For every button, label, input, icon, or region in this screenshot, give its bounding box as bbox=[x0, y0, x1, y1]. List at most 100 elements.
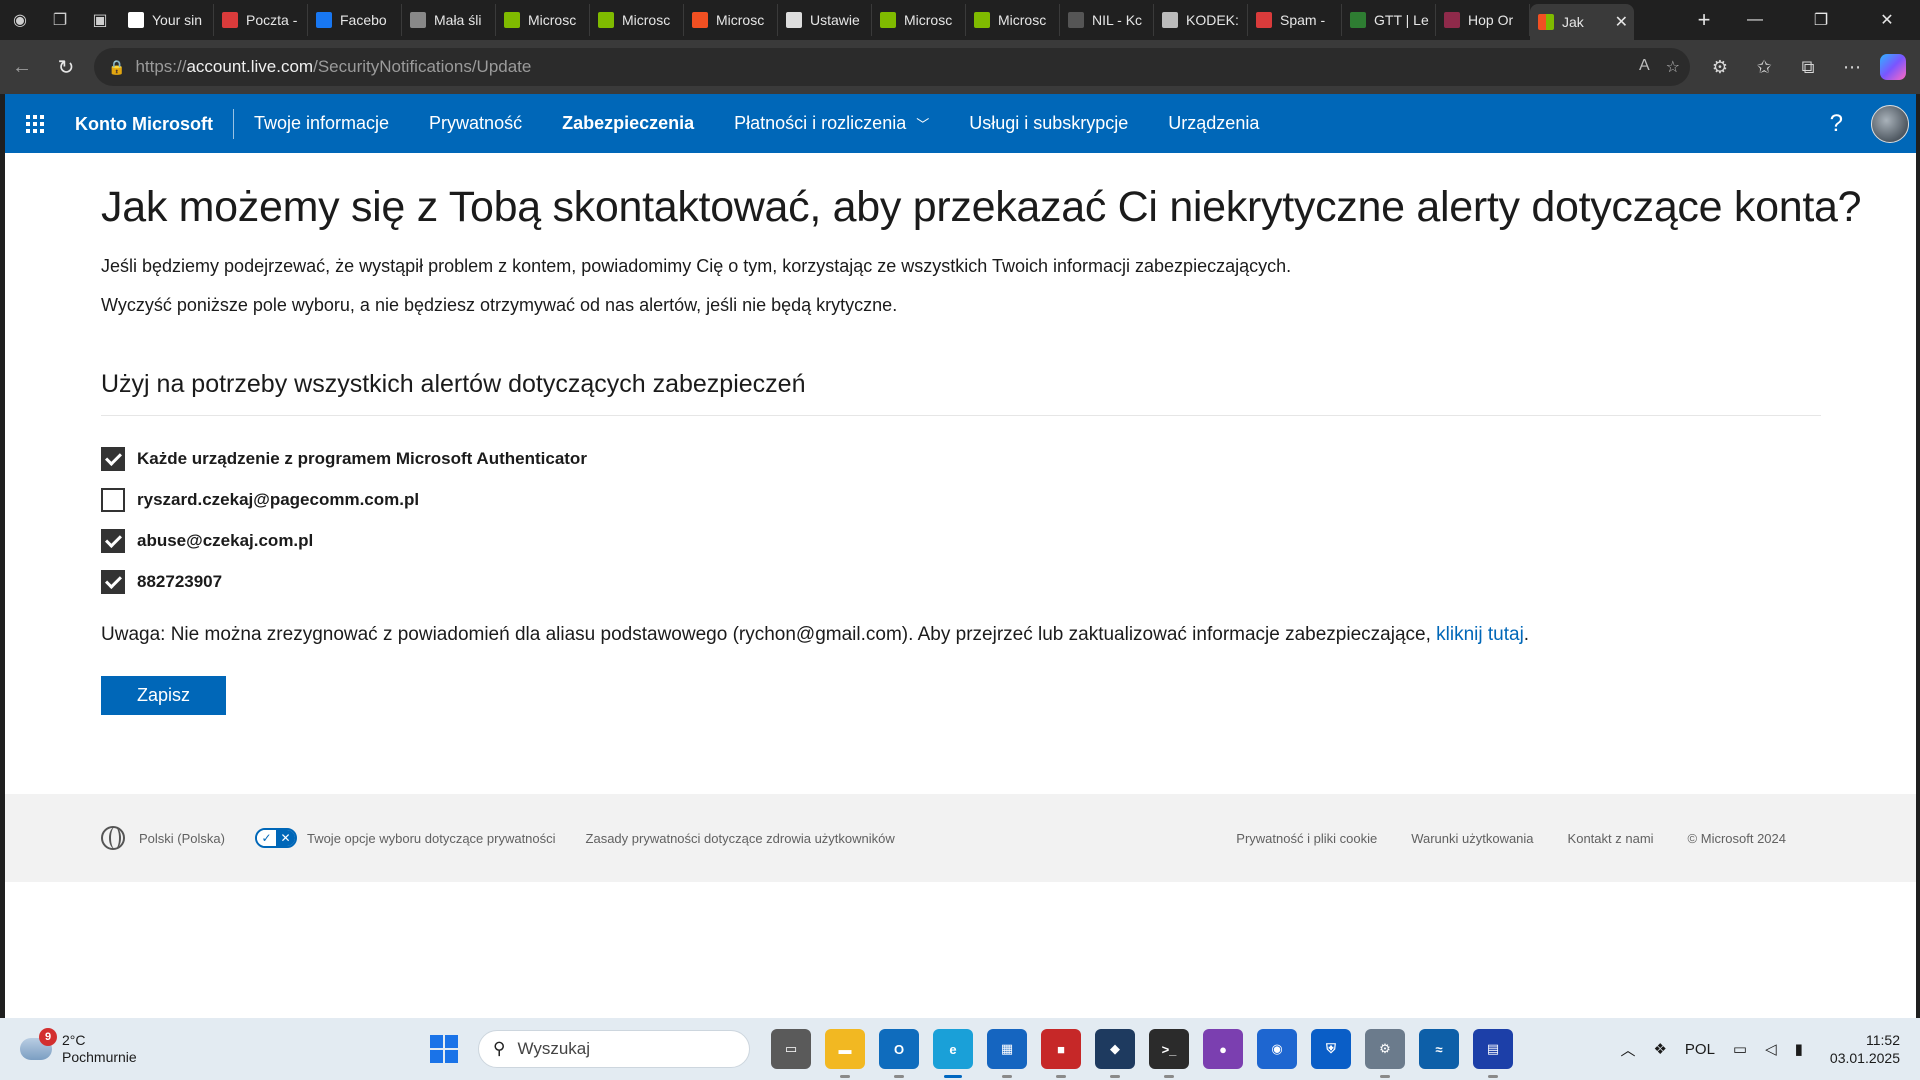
monitor-icon[interactable]: ≈ bbox=[1419, 1029, 1459, 1069]
chevron-up-icon[interactable]: ︿ bbox=[1620, 1039, 1635, 1060]
save-button[interactable]: Zapisz bbox=[101, 676, 226, 715]
browser-tab[interactable]: KODEK: bbox=[1154, 4, 1248, 36]
language-selector[interactable]: Polski (Polska) bbox=[139, 831, 225, 846]
close-window-icon[interactable]: ✕ bbox=[1854, 0, 1920, 40]
vertical-tabs-icon[interactable]: ▣ bbox=[80, 0, 120, 40]
new-tab-button[interactable]: + bbox=[1686, 4, 1722, 36]
store-icon[interactable]: ▦ bbox=[987, 1029, 1027, 1078]
browser-tab[interactable]: Hop Or bbox=[1436, 4, 1530, 36]
app-purple-icon[interactable]: ● bbox=[1203, 1029, 1243, 1069]
option-phone[interactable]: 882723907 bbox=[101, 561, 1916, 602]
browser-tab[interactable]: Ustawie bbox=[778, 4, 872, 36]
close-tab-icon[interactable]: ✕ bbox=[1611, 12, 1628, 32]
browser-tab[interactable]: Facebo bbox=[308, 4, 402, 36]
tab-title: Your sin bbox=[152, 12, 203, 28]
nav-twoje-informacje[interactable]: Twoje informacje bbox=[254, 113, 389, 134]
language-indicator[interactable]: POL bbox=[1685, 1041, 1715, 1058]
back-icon[interactable]: ← bbox=[0, 47, 44, 87]
microsoft-icon bbox=[1538, 14, 1554, 30]
microsoft-icon bbox=[974, 12, 990, 28]
lock-icon[interactable]: 🔒 bbox=[108, 59, 125, 76]
intro-paragraph: Jeśli będziemy podejrzewać, że wystąpił … bbox=[101, 256, 1292, 276]
browser-tab[interactable]: Microsc bbox=[496, 4, 590, 36]
checkbox[interactable] bbox=[101, 569, 125, 594]
checkbox[interactable] bbox=[101, 487, 125, 512]
browser-tab[interactable]: Microsc bbox=[872, 4, 966, 36]
start-icon[interactable] bbox=[430, 1035, 458, 1063]
read-aloud-icon[interactable]: A bbox=[1639, 57, 1650, 77]
network-icon[interactable]: ▭ bbox=[1733, 1040, 1747, 1058]
workspaces-icon[interactable]: ❐ bbox=[40, 0, 80, 40]
refresh-icon[interactable]: ↻ bbox=[44, 47, 88, 87]
terminal-icon[interactable]: >_ bbox=[1149, 1029, 1189, 1078]
nav-prywatnosc[interactable]: Prywatność bbox=[429, 113, 522, 134]
browser-tab[interactable]: Mała śli bbox=[402, 4, 496, 36]
privacy-choices-icon: ✓ ✕ bbox=[254, 828, 297, 848]
help-icon[interactable]: ? bbox=[1830, 110, 1843, 138]
virtualbox-icon[interactable]: ◆ bbox=[1095, 1029, 1135, 1078]
browser-tab[interactable]: NIL - Kc bbox=[1060, 4, 1154, 36]
task-view-icon[interactable]: ▭ bbox=[771, 1029, 811, 1069]
tab-title: Microsc bbox=[998, 12, 1047, 28]
option-authenticator[interactable]: Każde urządzenie z programem Microsoft A… bbox=[101, 438, 1916, 479]
nav-uslugi[interactable]: Usługi i subskrypcje bbox=[969, 113, 1128, 134]
edge-icon[interactable]: e bbox=[933, 1029, 973, 1078]
avatar[interactable] bbox=[1871, 104, 1909, 143]
facebook-icon bbox=[316, 12, 332, 28]
settings-icon[interactable]: ⚙ bbox=[1365, 1029, 1405, 1078]
taskbar-search[interactable]: ⚲ Wyszukaj bbox=[478, 1030, 750, 1068]
outlook-icon[interactable]: O bbox=[879, 1029, 919, 1078]
browser-tab[interactable]: Microsc bbox=[966, 4, 1060, 36]
copilot-icon[interactable] bbox=[1880, 54, 1906, 80]
browser-tab[interactable]: Microsc bbox=[684, 4, 778, 36]
terms-link[interactable]: Warunki użytkowania bbox=[1411, 831, 1533, 846]
profile-icon[interactable]: ◉ bbox=[0, 0, 40, 40]
url-text[interactable]: https://account.live.com/SecurityNotific… bbox=[135, 57, 531, 77]
volume-icon[interactable]: ◁ bbox=[1765, 1040, 1777, 1058]
page-footer: Polski (Polska) ✓ ✕ Twoje opcje wyboru do… bbox=[5, 794, 1916, 882]
file-explorer-icon[interactable]: ▬ bbox=[825, 1029, 865, 1078]
browser-tab[interactable]: Your sin bbox=[120, 4, 214, 36]
option-email-abuse[interactable]: abuse@czekaj.com.pl bbox=[101, 520, 1916, 561]
collections-icon[interactable]: ⧉ bbox=[1786, 47, 1830, 87]
address-bar[interactable]: 🔒 https://account.live.com/SecurityNotif… bbox=[94, 48, 1690, 86]
health-privacy-link[interactable]: Zasady prywatności dotyczące zdrowia uży… bbox=[586, 831, 895, 846]
weather-condition: Pochmurnie bbox=[62, 1049, 137, 1065]
favorite-star-icon[interactable]: ☆ bbox=[1666, 57, 1680, 77]
option-email-pagecomm[interactable]: ryszard.czekaj@pagecomm.com.pl bbox=[101, 479, 1916, 520]
nav-zabezpieczenia[interactable]: Zabezpieczenia bbox=[562, 113, 694, 134]
minimize-icon[interactable]: — bbox=[1722, 0, 1788, 40]
browser-tab[interactable]: GTT | Le bbox=[1342, 4, 1436, 36]
contact-link[interactable]: Kontakt z nami bbox=[1568, 831, 1654, 846]
gmail-icon bbox=[128, 12, 144, 28]
copyright: © Microsoft 2024 bbox=[1687, 830, 1786, 846]
browser-tab[interactable]: Spam - bbox=[1248, 4, 1342, 36]
favorites-icon[interactable]: ✩ bbox=[1742, 47, 1786, 87]
nav-platnosci[interactable]: Płatności i rozliczenia ﹀ bbox=[734, 113, 929, 134]
app-launcher-icon[interactable] bbox=[5, 94, 65, 153]
battery-icon[interactable]: ▮ bbox=[1795, 1040, 1803, 1058]
extensions-icon[interactable]: ⚙ bbox=[1698, 47, 1742, 87]
dropbox-icon[interactable]: ❖ bbox=[1653, 1040, 1666, 1058]
checkbox[interactable] bbox=[101, 528, 125, 553]
save-disk-icon[interactable]: ▤ bbox=[1473, 1029, 1513, 1078]
update-security-info-link[interactable]: kliknij tutaj bbox=[1436, 624, 1524, 645]
clock[interactable]: 11:52 03.01.2025 bbox=[1830, 1031, 1900, 1067]
privacy-choices-link[interactable]: Twoje opcje wyboru dotyczące prywatności bbox=[307, 831, 556, 846]
maximize-icon[interactable]: ❐ bbox=[1788, 0, 1854, 40]
more-menu-icon[interactable]: ⋯ bbox=[1830, 47, 1874, 87]
browser-tab-active[interactable]: Jak ✕ bbox=[1530, 4, 1634, 40]
temperature: 2°C bbox=[62, 1032, 86, 1048]
tab-title: Poczta - bbox=[246, 12, 298, 28]
browser-tab[interactable]: Microsc bbox=[590, 4, 684, 36]
defender-icon[interactable]: ⛨ bbox=[1311, 1029, 1351, 1069]
brand-link[interactable]: Konto Microsoft bbox=[65, 108, 234, 139]
browser-tab[interactable]: Poczta - bbox=[214, 4, 308, 36]
weather-widget[interactable]: 9 2°C Pochmurnie bbox=[20, 1028, 400, 1066]
privacy-cookies-link[interactable]: Prywatność i pliki cookie bbox=[1236, 831, 1377, 846]
tab-title: Ustawie bbox=[810, 12, 860, 28]
app-red-icon[interactable]: ■ bbox=[1041, 1029, 1081, 1078]
app-blue-icon[interactable]: ◉ bbox=[1257, 1029, 1297, 1069]
nav-urzadzenia[interactable]: Urządzenia bbox=[1168, 113, 1259, 134]
checkbox[interactable] bbox=[101, 446, 125, 471]
